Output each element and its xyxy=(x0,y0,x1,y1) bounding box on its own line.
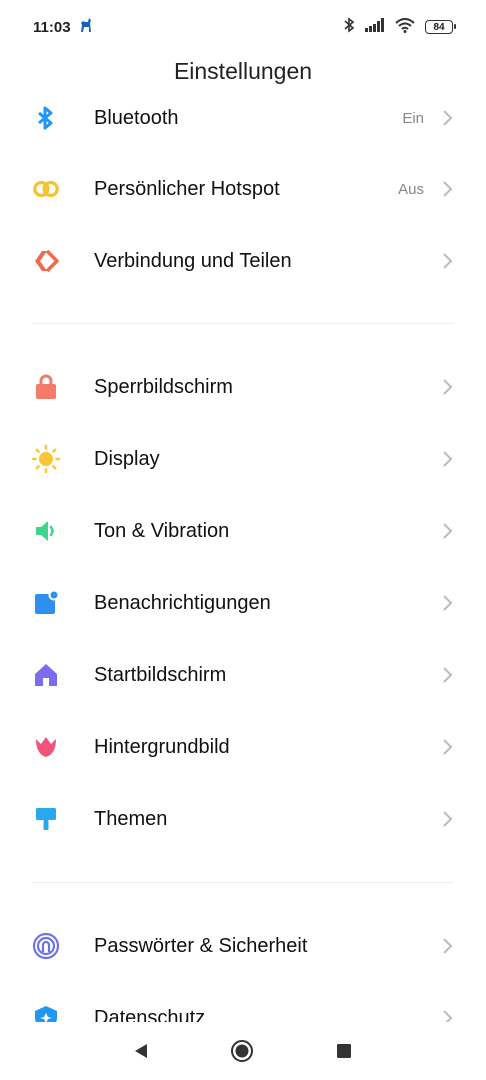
settings-item-bluetooth[interactable]: Bluetooth Ein xyxy=(0,104,486,154)
settings-item-wallpaper[interactable]: Hintergrundbild xyxy=(0,711,486,783)
settings-item-hotspot[interactable]: Persönlicher Hotspot Aus xyxy=(0,153,486,225)
status-right: 84 xyxy=(343,17,456,37)
settings-item-value: Aus xyxy=(398,180,424,198)
settings-item-lock-screen[interactable]: Sperrbildschirm xyxy=(0,351,486,423)
paintbrush-icon xyxy=(32,805,60,833)
page-title: Einstellungen xyxy=(173,58,313,84)
settings-item-notifications[interactable]: Benachrichtigungen xyxy=(0,567,486,639)
fingerprint-icon xyxy=(32,932,60,960)
settings-item-label: Display xyxy=(94,447,160,470)
privacy-shield-icon xyxy=(32,1004,60,1022)
chevron-right-icon xyxy=(440,180,454,198)
chevron-right-icon xyxy=(440,594,454,612)
settings-item-label: Persönlicher Hotspot xyxy=(94,177,280,200)
status-time: 11:03 xyxy=(33,18,71,36)
wifi-icon xyxy=(395,17,415,37)
chevron-right-icon xyxy=(440,738,454,756)
settings-item-value: Ein xyxy=(402,109,424,127)
sun-icon xyxy=(32,445,60,473)
chevron-right-icon xyxy=(440,937,454,955)
lock-icon xyxy=(32,373,60,401)
settings-item-label: Bluetooth xyxy=(94,106,179,129)
settings-item-label: Startbildschirm xyxy=(94,663,227,686)
settings-item-privacy[interactable]: Datenschutz xyxy=(0,982,486,1022)
settings-item-label: Themen xyxy=(94,807,168,830)
chevron-right-icon xyxy=(440,378,454,396)
settings-item-label: Sperrbildschirm xyxy=(94,375,233,398)
settings-item-themes[interactable]: Themen xyxy=(0,783,486,855)
settings-item-label: Passwörter & Sicherheit xyxy=(94,934,308,957)
back-icon[interactable] xyxy=(129,1039,153,1063)
signal-icon xyxy=(365,18,385,36)
settings-item-home-screen[interactable]: Startbildschirm xyxy=(0,639,486,711)
settings-list[interactable]: Bluetooth Ein Persönlicher Hotspot Aus V… xyxy=(0,104,486,1022)
chevron-right-icon xyxy=(440,252,454,270)
settings-item-passwords-security[interactable]: Passwörter & Sicherheit xyxy=(0,910,486,982)
home-circle-icon[interactable] xyxy=(230,1039,254,1063)
home-icon xyxy=(32,661,60,689)
section-divider xyxy=(32,882,454,883)
settings-item-display[interactable]: Display xyxy=(0,423,486,495)
settings-item-connection-sharing[interactable]: Verbindung und Teilen xyxy=(0,225,486,297)
connection-sharing-icon xyxy=(32,247,60,275)
settings-item-label: Hintergrundbild xyxy=(94,735,230,758)
settings-item-sound-vibration[interactable]: Ton & Vibration xyxy=(0,495,486,567)
chevron-right-icon xyxy=(440,109,454,127)
hotspot-icon xyxy=(32,175,60,203)
settings-item-label: Ton & Vibration xyxy=(94,519,230,542)
chevron-right-icon xyxy=(440,522,454,540)
chevron-right-icon xyxy=(440,1009,454,1022)
chevron-right-icon xyxy=(440,450,454,468)
chevron-right-icon xyxy=(440,810,454,828)
notification-icon xyxy=(32,589,60,617)
settings-item-label: Benachrichtigungen xyxy=(94,591,271,614)
app-notification-icon xyxy=(79,17,93,37)
recents-square-icon[interactable] xyxy=(332,1039,356,1063)
bluetooth-status-icon xyxy=(343,17,355,37)
navigation-bar xyxy=(0,1022,486,1080)
chevron-right-icon xyxy=(440,666,454,684)
settings-item-label: Datenschutz xyxy=(94,1006,206,1023)
battery-icon: 84 xyxy=(425,20,456,34)
settings-item-label: Verbindung und Teilen xyxy=(94,249,292,272)
tulip-icon xyxy=(32,733,60,761)
bluetooth-icon xyxy=(32,104,60,132)
status-bar: 11:03 84 xyxy=(0,0,486,54)
status-left: 11:03 xyxy=(33,17,93,37)
section-divider xyxy=(32,323,454,324)
speaker-icon xyxy=(32,517,60,545)
